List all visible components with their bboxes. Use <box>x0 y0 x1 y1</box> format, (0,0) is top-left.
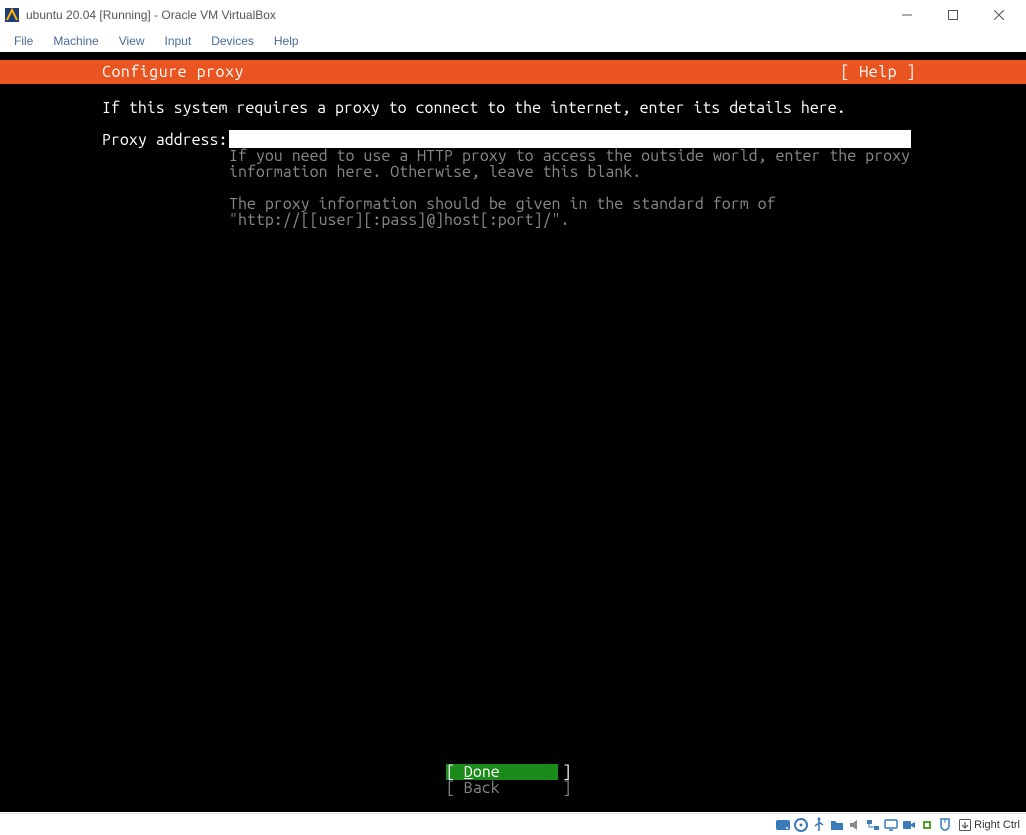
menu-machine[interactable]: Machine <box>43 32 108 50</box>
proxy-address-input[interactable] <box>229 130 911 148</box>
guest-display[interactable]: Configure proxy [ Help ] If this system … <box>0 52 1026 812</box>
installer-header: Configure proxy [ Help ] <box>0 60 1026 84</box>
maximize-button[interactable] <box>930 0 976 30</box>
installer-instruction: If this system requires a proxy to conne… <box>102 100 846 116</box>
menu-devices[interactable]: Devices <box>201 32 264 50</box>
back-button[interactable]: [ Back ] <box>446 780 558 796</box>
host-key-indicator[interactable]: Right Ctrl <box>959 819 1020 831</box>
mouse-integration-icon[interactable] <box>937 817 953 833</box>
host-key-label: Right Ctrl <box>974 819 1020 831</box>
close-button[interactable] <box>976 0 1022 30</box>
window-controls <box>884 0 1022 30</box>
vm-statusbar: Right Ctrl <box>0 813 1026 835</box>
window-titlebar: ubuntu 20.04 [Running] - Oracle VM Virtu… <box>0 0 1026 30</box>
installer-title: Configure proxy <box>102 64 244 80</box>
shared-folder-icon[interactable] <box>829 817 845 833</box>
menu-bar: File Machine View Input Devices Help <box>0 30 1026 52</box>
proxy-address-label: Proxy address: <box>102 132 227 148</box>
done-button[interactable]: [ Done ] <box>446 764 558 780</box>
network-icon[interactable] <box>865 817 881 833</box>
recording-icon[interactable] <box>901 817 917 833</box>
menu-help[interactable]: Help <box>264 32 309 50</box>
menu-file[interactable]: File <box>4 32 43 50</box>
hard-disk-icon[interactable] <box>775 817 791 833</box>
proxy-help-text-1: If you need to use a HTTP proxy to acces… <box>229 148 919 180</box>
display-icon[interactable] <box>883 817 899 833</box>
virtualbox-icon <box>4 7 20 23</box>
optical-disk-icon[interactable] <box>793 817 809 833</box>
window-title: ubuntu 20.04 [Running] - Oracle VM Virtu… <box>26 8 276 22</box>
menu-input[interactable]: Input <box>155 32 202 50</box>
usb-icon[interactable] <box>811 817 827 833</box>
processor-icon[interactable] <box>919 817 935 833</box>
audio-icon[interactable] <box>847 817 863 833</box>
installer-help[interactable]: [ Help ] <box>840 64 916 80</box>
minimize-button[interactable] <box>884 0 930 30</box>
menu-view[interactable]: View <box>109 32 155 50</box>
proxy-help-text-2: The proxy information should be given in… <box>229 196 919 228</box>
